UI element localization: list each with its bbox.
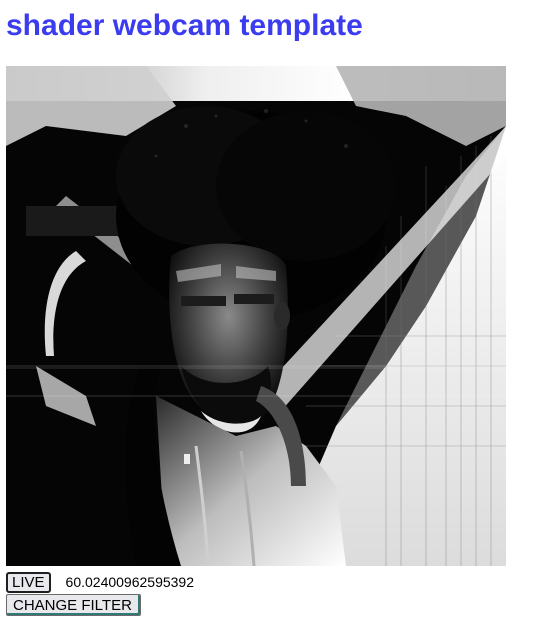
page-title: shader webcam template (6, 9, 363, 42)
webcam-video-frame (6, 66, 506, 566)
live-button[interactable]: LIVE (6, 571, 51, 593)
filter-controls: CHANGE FILTER (6, 594, 141, 616)
controls-row: LIVE 60.02400962595392 (6, 571, 194, 593)
webcam-shader-canvas[interactable] (6, 66, 506, 566)
change-filter-button[interactable]: CHANGE FILTER (6, 594, 141, 616)
fps-value: 60.02400962595392 (65, 574, 194, 590)
